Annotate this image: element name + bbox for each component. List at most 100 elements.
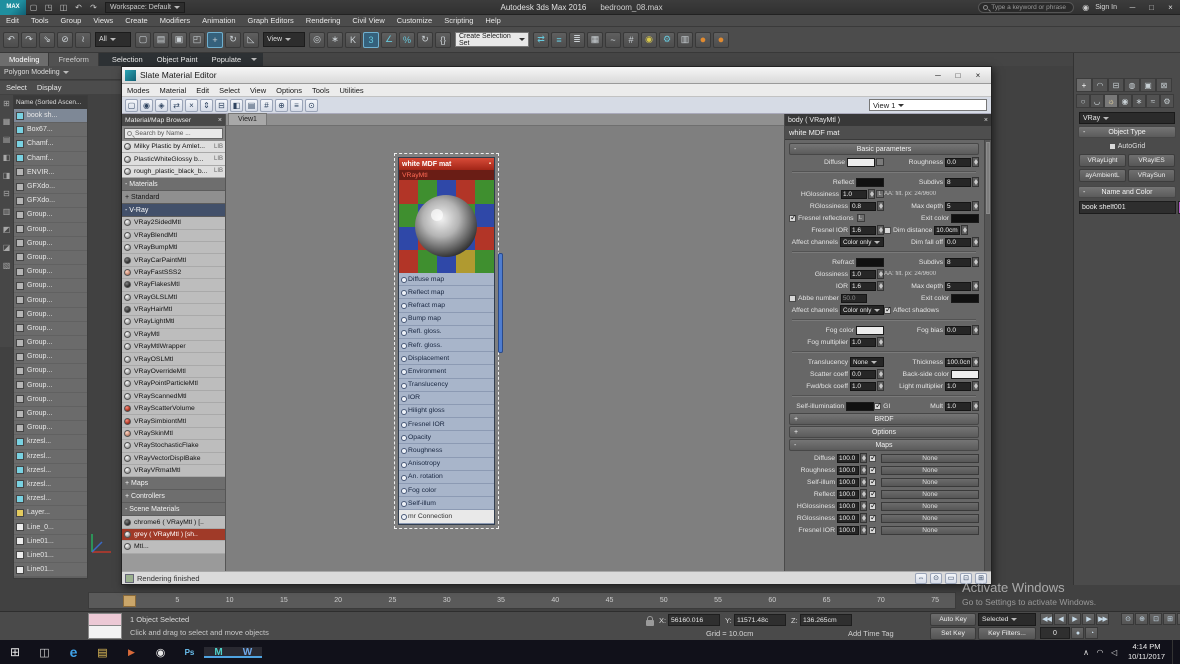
refract-exit-color-swatch[interactable]: [951, 294, 979, 303]
select-and-rotate-icon[interactable]: ↻: [225, 32, 241, 48]
unlink-selection-icon[interactable]: ⊘: [57, 32, 73, 48]
map-slot-button[interactable]: None: [881, 502, 979, 511]
fresnel-ior-field[interactable]: 1.6: [850, 226, 876, 235]
node-input-slot[interactable]: mr Connection: [399, 510, 494, 523]
previous-frame-icon[interactable]: ◀: [1054, 613, 1067, 625]
zoom-extents-selected-icon[interactable]: ⊞: [975, 573, 987, 584]
cameras-category-icon[interactable]: ◉: [1118, 94, 1132, 108]
viewport-layout-icon[interactable]: ▥: [3, 208, 11, 216]
object-name-input[interactable]: [1079, 201, 1176, 214]
time-slider-handle[interactable]: [123, 595, 136, 607]
browser-material-item[interactable]: VRayOverrideMtl: [122, 366, 225, 378]
menu-item[interactable]: Group: [54, 16, 87, 25]
ior-field[interactable]: 1.6: [850, 282, 876, 291]
browser-material-item[interactable]: VRayOSLMtl: [122, 353, 225, 365]
key-filters-button[interactable]: Key Filters...: [978, 627, 1036, 640]
menu-item[interactable]: Edit: [0, 16, 25, 25]
scatter-coeff-field[interactable]: 0.0: [850, 370, 876, 379]
menu-item[interactable]: Tools: [25, 16, 55, 25]
node-input-slot[interactable]: Anisotropy: [399, 458, 494, 471]
time-slider[interactable]: 051015202530354045505560657075: [88, 592, 956, 609]
scene-explorer-row[interactable]: Group...: [14, 308, 87, 322]
schematic-view-icon[interactable]: #: [623, 32, 639, 48]
shapes-category-icon[interactable]: ◡: [1090, 94, 1104, 108]
gi-checkbox[interactable]: [874, 403, 881, 410]
zoom-tool-icon[interactable]: ⊙: [305, 99, 318, 112]
scene-explorer-row[interactable]: ENVIR...: [14, 166, 87, 180]
node-input-slot[interactable]: Opacity: [399, 431, 494, 444]
dim-fall-off-field[interactable]: 0.0: [945, 238, 971, 247]
reflect-max-depth-spinner[interactable]: [972, 201, 979, 211]
scene-explorer-row[interactable]: krzesl...: [14, 492, 87, 506]
rollout-header[interactable]: +Options: [789, 426, 979, 438]
select-and-manipulate-icon[interactable]: ∗: [327, 32, 343, 48]
minimize-button[interactable]: ─: [1123, 0, 1142, 15]
file-explorer-icon[interactable]: ▤: [88, 646, 117, 659]
ribbon-tab[interactable]: Modeling: [0, 53, 49, 66]
user-account-icon[interactable]: ◉: [1079, 1, 1092, 13]
refract-glossiness-field[interactable]: 1.0: [850, 270, 876, 279]
display-tab-icon[interactable]: ▣: [1140, 78, 1156, 92]
reflect-max-depth-field[interactable]: 5: [945, 202, 971, 211]
reflect-color-swatch[interactable]: [856, 178, 884, 187]
viewport-layout-icon[interactable]: ▧: [3, 262, 11, 270]
fog-color-swatch[interactable]: [856, 326, 884, 335]
set-key-button[interactable]: Set Key: [930, 627, 976, 640]
node-input-slot[interactable]: Displacement: [399, 352, 494, 365]
map-slot-button[interactable]: None: [881, 466, 979, 475]
browser-material-item[interactable]: VRayBlendMtl: [122, 230, 225, 242]
taskbar-clock[interactable]: 4:14 PM 10/11/2017: [1121, 642, 1172, 662]
time-configuration-icon[interactable]: ◔: [1085, 627, 1098, 639]
fresnel-lock-button[interactable]: L: [857, 214, 865, 222]
fresnel-reflections-checkbox[interactable]: [789, 215, 796, 222]
angle-snap-icon[interactable]: ∠: [381, 32, 397, 48]
scene-explorer-row[interactable]: krzesl...: [14, 450, 87, 464]
3ds-max-icon[interactable]: M: [204, 647, 233, 658]
material-name-field[interactable]: white MDF mat: [785, 126, 991, 140]
map-amount-field[interactable]: 100.0: [837, 478, 859, 487]
browser-material-item[interactable]: VRayStochasticFlake: [122, 440, 225, 452]
scene-explorer-row[interactable]: GFXdo...: [14, 180, 87, 194]
slate-close-button[interactable]: ×: [968, 68, 988, 82]
scene-explorer-row[interactable]: Group...: [14, 364, 87, 378]
viewport-layout-icon[interactable]: ◩: [3, 226, 11, 234]
slate-menu-item[interactable]: Modes: [122, 86, 155, 95]
map-amount-spinner[interactable]: [860, 525, 867, 535]
percent-snap-icon[interactable]: %: [399, 32, 415, 48]
mult-field[interactable]: 1.0: [945, 402, 971, 411]
lights-category-icon[interactable]: ☼: [1104, 94, 1118, 108]
slate-menu-item[interactable]: Options: [271, 86, 307, 95]
browser-material-item[interactable]: VRayMtlWrapper: [122, 341, 225, 353]
map-amount-spinner[interactable]: [860, 513, 867, 523]
viewport-layout-icon[interactable]: ◧: [3, 154, 11, 162]
pick-material-icon[interactable]: ◉: [140, 99, 153, 112]
fog-multiplier-field[interactable]: 1.0: [850, 338, 876, 347]
node-view-canvas[interactable]: white MDF mat ▪ VRayMtl: [226, 126, 784, 571]
parameter-panel-header[interactable]: body ( VRayMtl )×: [785, 114, 991, 126]
refract-affect-channels-dropdown[interactable]: Color only: [840, 305, 884, 315]
ribbon-toggle-icon[interactable]: ▦: [587, 32, 603, 48]
maps-section-header[interactable]: + Maps: [122, 477, 225, 490]
zoom-tool-icon[interactable]: ⊙: [930, 573, 942, 584]
next-frame-icon[interactable]: ▶: [1082, 613, 1095, 625]
fresnel-ior-spinner[interactable]: [877, 225, 884, 235]
map-slot-button[interactable]: None: [881, 478, 979, 487]
viewport-layout-icon[interactable]: ⊟: [3, 190, 10, 198]
slate-minimize-button[interactable]: ─: [928, 68, 948, 82]
zoom-extents-icon[interactable]: ⊡: [1149, 613, 1162, 625]
reflect-affect-channels-dropdown[interactable]: Color only: [840, 237, 884, 247]
scatter-coeff-spinner[interactable]: [877, 369, 884, 379]
light-multiplier-field[interactable]: 1.0: [945, 382, 971, 391]
node-input-slot[interactable]: Self-illum: [399, 497, 494, 510]
scene-explorer-row[interactable]: Line01...: [14, 549, 87, 563]
zoom-icon[interactable]: ⊙: [1121, 613, 1134, 625]
refract-glossiness-spinner[interactable]: [877, 269, 884, 279]
reference-coordinate-dropdown[interactable]: View: [263, 32, 305, 47]
slate-menu-item[interactable]: Material: [155, 86, 192, 95]
object-type-rollout[interactable]: -Object Type: [1078, 126, 1176, 138]
browser-material-item[interactable]: VRaySimbiontMtl: [122, 415, 225, 427]
max-logo[interactable]: MAX: [0, 0, 26, 15]
layout-all-icon[interactable]: ≡: [290, 99, 303, 112]
menu-item[interactable]: Animation: [196, 16, 241, 25]
view1-tab[interactable]: View1: [228, 113, 267, 125]
